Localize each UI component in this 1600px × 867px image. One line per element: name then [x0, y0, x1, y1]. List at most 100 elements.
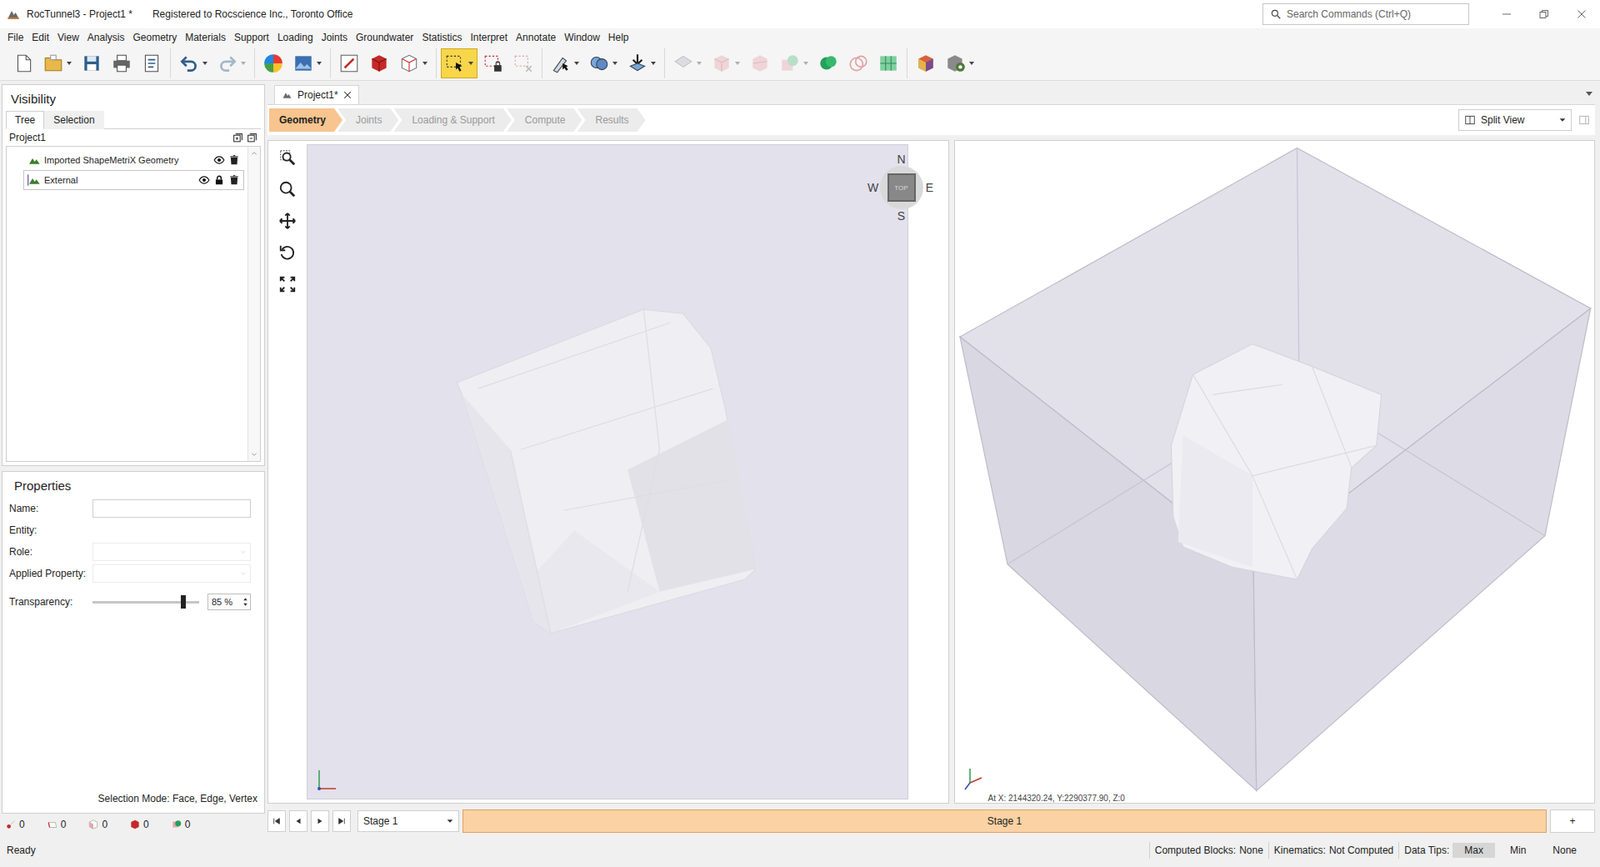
toolbar-button[interactable]: [623, 48, 660, 79]
tab[interactable]: Selection: [44, 110, 104, 130]
last-stage-button[interactable]: [332, 810, 351, 832]
stage-tab[interactable]: Stage 1: [462, 809, 1547, 833]
toolbar-button[interactable]: [814, 48, 843, 79]
shapes-icon: [588, 52, 610, 75]
toolbar-button[interactable]: [365, 48, 394, 79]
menu-item[interactable]: Geometry: [129, 31, 182, 44]
property-input[interactable]: [92, 499, 251, 518]
toolbar-button[interactable]: [39, 48, 76, 79]
dropdown-arrow-icon[interactable]: [201, 60, 209, 67]
search-commands[interactable]: Search Commands (Ctrl+Q): [1262, 3, 1470, 25]
dropdown-arrow-icon[interactable]: [240, 60, 247, 67]
dropdown-arrow-icon[interactable]: [611, 60, 619, 67]
view-tool[interactable]: [275, 145, 300, 170]
dropdown-arrow-icon[interactable]: [968, 60, 975, 67]
perspective-viewport[interactable]: At X: 2144320.24, Y:2290377.90, Z:0: [954, 140, 1596, 804]
toolbar-button[interactable]: [479, 48, 508, 79]
dropdown-arrow-icon[interactable]: [315, 60, 323, 67]
dropdown-arrow-icon[interactable]: [802, 60, 810, 67]
toolbar-button[interactable]: [107, 48, 136, 79]
view-tool[interactable]: [275, 209, 300, 233]
workflow-step[interactable]: Geometry: [269, 108, 343, 132]
view-cube-face[interactable]: TOP: [887, 173, 916, 202]
toolbar-button[interactable]: [509, 48, 538, 79]
menu-item[interactable]: Statistics: [417, 31, 466, 44]
dropdown-arrow-icon[interactable]: [650, 60, 657, 67]
compass[interactable]: NWTOPES: [866, 152, 937, 223]
toolbar-button[interactable]: [77, 48, 106, 79]
view-tools: [268, 140, 307, 803]
toolbar-button[interactable]: [669, 48, 706, 79]
data-tips-option[interactable]: Max: [1452, 842, 1495, 858]
menu-item[interactable]: File: [3, 31, 28, 44]
toolbar-button[interactable]: [775, 48, 813, 79]
restore-icon: [1539, 9, 1550, 20]
dropdown-arrow-icon[interactable]: [573, 60, 580, 67]
toolbar-button[interactable]: [844, 48, 873, 79]
menu-item[interactable]: Support: [230, 31, 274, 44]
toolbar-button[interactable]: [259, 48, 288, 79]
menu-item[interactable]: Edit: [27, 31, 54, 44]
view-tool[interactable]: [275, 177, 300, 201]
tab[interactable]: Tree: [5, 110, 45, 130]
slider-thumb[interactable]: [180, 595, 186, 609]
close-button[interactable]: [1562, 0, 1600, 29]
scrollbar[interactable]: [247, 146, 260, 461]
panel-toggle[interactable]: [1573, 114, 1595, 126]
tree-root[interactable]: Project1: [5, 129, 261, 146]
toolbar-button[interactable]: [546, 48, 584, 79]
data-tips-option[interactable]: None: [1540, 842, 1589, 858]
dropdown-arrow-icon[interactable]: [467, 60, 475, 67]
plan-canvas[interactable]: [306, 144, 909, 800]
add-stage-button[interactable]: +: [1550, 809, 1595, 833]
toolbar-button[interactable]: [395, 48, 432, 79]
minimize-button[interactable]: [1487, 0, 1525, 29]
view-mode-select[interactable]: Split View: [1458, 109, 1572, 131]
menu-item[interactable]: Materials: [180, 31, 230, 44]
rock-plan-drawing: [307, 145, 908, 799]
toolbar-button[interactable]: [911, 48, 940, 79]
stage-select[interactable]: Stage 1: [357, 810, 460, 832]
toolbar-button[interactable]: [707, 48, 745, 79]
toolbar-group: [436, 48, 543, 79]
minimize-icon: [1501, 9, 1512, 20]
toolbar-button[interactable]: [9, 48, 38, 79]
transparency-slider[interactable]: [92, 600, 200, 604]
tree-item[interactable]: Imported ShapeMetriX Geometry: [23, 150, 245, 170]
restore-button[interactable]: [1525, 0, 1563, 29]
view-tool[interactable]: [275, 272, 300, 296]
menu-item[interactable]: Analysis: [83, 31, 130, 44]
toolbar-button[interactable]: [585, 48, 622, 79]
view-tool[interactable]: [275, 240, 300, 265]
menu-item[interactable]: Joints: [317, 31, 352, 44]
document-tab[interactable]: Project1*: [274, 85, 360, 105]
toolbar-button[interactable]: [874, 48, 903, 79]
menu-item[interactable]: Help: [604, 31, 634, 44]
toolbar-button[interactable]: [941, 48, 979, 79]
dropdown-arrow-icon[interactable]: [421, 60, 429, 67]
transparency-spinbox[interactable]: 85 %: [207, 593, 251, 610]
toolbar-button[interactable]: [745, 48, 775, 79]
menu-item[interactable]: Annotate: [511, 31, 560, 44]
next-stage-button[interactable]: [310, 810, 330, 832]
first-stage-button[interactable]: [267, 810, 286, 832]
toolbar-button[interactable]: [137, 48, 166, 79]
menu-item[interactable]: Loading: [273, 31, 318, 44]
previous-stage-button[interactable]: [289, 810, 308, 832]
menu-item[interactable]: Window: [560, 31, 605, 44]
menu-item[interactable]: View: [53, 31, 84, 44]
tree-item[interactable]: External: [23, 170, 245, 190]
toolbar-button[interactable]: [440, 48, 478, 79]
menu-item[interactable]: Groundwater: [351, 31, 418, 44]
toolbar-button[interactable]: [289, 48, 326, 79]
tab-list-icon[interactable]: [1585, 89, 1594, 98]
dropdown-arrow-icon[interactable]: [695, 60, 703, 67]
menu-item[interactable]: Interpret: [465, 31, 512, 44]
dropdown-arrow-icon[interactable]: [65, 60, 73, 67]
data-tips-option[interactable]: Min: [1498, 842, 1538, 858]
dropdown-arrow-icon[interactable]: [734, 60, 741, 67]
compass-ring[interactable]: TOP: [880, 165, 924, 210]
toolbar-button[interactable]: [335, 48, 364, 79]
toolbar-button[interactable]: [213, 48, 250, 79]
toolbar-button[interactable]: [175, 48, 212, 79]
